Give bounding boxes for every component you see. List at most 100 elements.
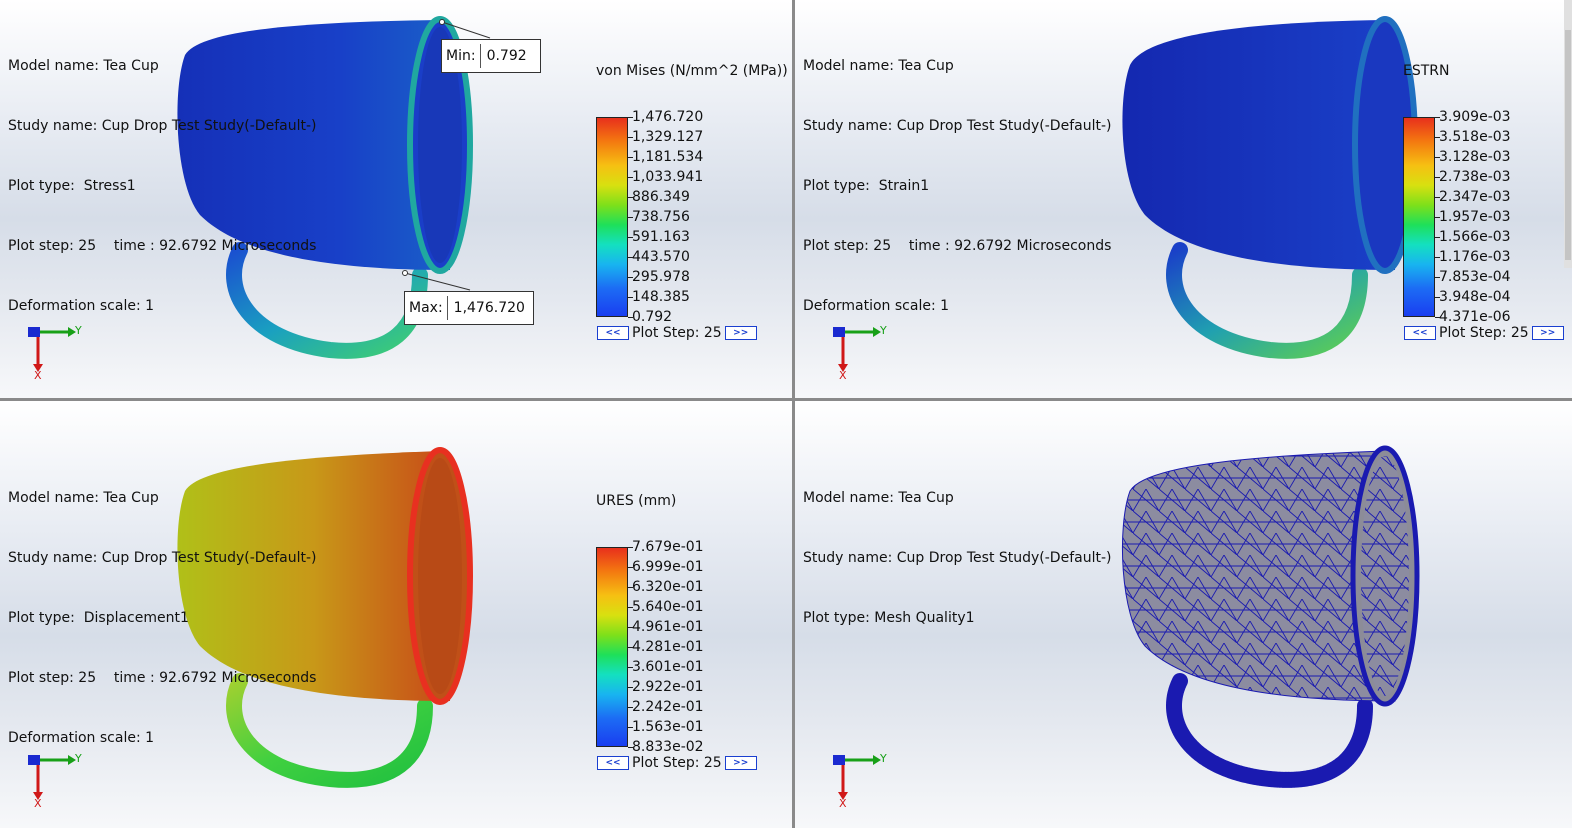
max-callout[interactable]: Max: 1,476.720 bbox=[404, 291, 534, 325]
plot-step-label: Plot Step: 25 bbox=[1439, 325, 1529, 341]
legend-tick-label: 443.570 bbox=[632, 249, 690, 265]
plot-step-nav: << Plot Step: 25 >> bbox=[594, 755, 760, 771]
model-name: Model name: Tea Cup bbox=[803, 58, 954, 74]
legend-color-bar bbox=[596, 547, 628, 747]
axis-triad: Y X bbox=[28, 324, 82, 380]
legend-color-bar bbox=[1403, 117, 1435, 317]
legend-tick-label: 3.948e-04 bbox=[1439, 289, 1511, 305]
min-label: Min: bbox=[442, 44, 481, 68]
plot-type: Plot type: Mesh Quality1 bbox=[803, 610, 975, 626]
legend-tick-mark bbox=[628, 707, 633, 708]
study-name: Study name: Cup Drop Test Study(-Default… bbox=[8, 118, 317, 134]
next-step-button[interactable]: >> bbox=[724, 326, 757, 340]
study-name: Study name: Cup Drop Test Study(-Default… bbox=[803, 118, 1112, 134]
legend-tick-mark bbox=[628, 687, 633, 688]
axis-triad: Y X bbox=[833, 324, 887, 380]
study-info: Model name: Tea Cup Study name: Cup Drop… bbox=[8, 448, 316, 788]
legend-tick-label: 148.385 bbox=[632, 289, 690, 305]
legend-tick-mark bbox=[1435, 177, 1440, 178]
y-axis-label: Y bbox=[879, 752, 887, 765]
legend-tick-mark bbox=[1435, 237, 1440, 238]
legend-tick-mark bbox=[1435, 117, 1440, 118]
legend-tick-mark bbox=[1435, 157, 1440, 158]
legend-title: von Mises (N/mm^2 (MPa)) bbox=[596, 63, 788, 79]
plot-type: Plot type: Displacement1 bbox=[8, 610, 189, 626]
legend-ticks: 3.909e-03 3.518e-03 3.128e-03 2.738e-03 2.34… bbox=[1439, 109, 1511, 329]
plot-step-time: Plot step: 25 time : 92.6792 Microsecond… bbox=[8, 238, 317, 254]
prev-step-button[interactable]: << bbox=[597, 756, 629, 770]
legend-tick-mark bbox=[1435, 197, 1440, 198]
legend-tick-label: 3.518e-03 bbox=[1439, 129, 1511, 145]
legend-color-bar bbox=[596, 117, 628, 317]
y-axis-label: Y bbox=[74, 752, 82, 765]
legend-tick-label: 1,476.720 bbox=[632, 109, 704, 125]
model-name: Model name: Tea Cup bbox=[8, 58, 159, 74]
legend-tick-mark bbox=[628, 157, 633, 158]
min-callout[interactable]: Min: 0.792 bbox=[441, 39, 541, 73]
viewport-displacement[interactable]: Model name: Tea Cup Study name: Cup Drop… bbox=[0, 401, 792, 828]
legend-tick-mark bbox=[628, 647, 633, 648]
legend-tick-label: 3.601e-01 bbox=[632, 659, 704, 675]
scrollbar-thumb[interactable] bbox=[1565, 30, 1571, 260]
x-axis-label: X bbox=[34, 369, 42, 380]
y-axis-label: Y bbox=[74, 324, 82, 337]
legend-tick-mark bbox=[628, 317, 633, 318]
x-axis-label: X bbox=[34, 797, 42, 808]
viewport-divider-vertical[interactable] bbox=[792, 0, 795, 828]
plot-type: Plot type: Strain1 bbox=[803, 178, 930, 194]
legend-tick-mark bbox=[628, 607, 633, 608]
plot-step-label: Plot Step: 25 bbox=[632, 325, 722, 341]
x-axis-label: X bbox=[839, 369, 847, 380]
prev-step-button[interactable]: << bbox=[597, 326, 629, 340]
legend-title: ESTRN bbox=[1403, 63, 1450, 79]
study-info: Model name: Tea Cup Study name: Cup Drop… bbox=[8, 16, 316, 356]
legend-tick-label: 3.128e-03 bbox=[1439, 149, 1511, 165]
legend-tick-mark bbox=[1435, 297, 1440, 298]
legend-tick-label: 2.922e-01 bbox=[632, 679, 704, 695]
legend-tick-mark bbox=[1435, 277, 1440, 278]
legend-tick-mark bbox=[628, 117, 633, 118]
vertical-scrollbar[interactable] bbox=[1564, 0, 1572, 268]
legend-tick-mark bbox=[628, 727, 633, 728]
legend-tick-label: 1,329.127 bbox=[632, 129, 704, 145]
y-axis-label: Y bbox=[879, 324, 887, 337]
legend-tick-mark bbox=[628, 567, 633, 568]
plot-type: Plot type: Stress1 bbox=[8, 178, 136, 194]
model-name: Model name: Tea Cup bbox=[8, 490, 159, 506]
deformation-scale: Deformation scale: 1 bbox=[8, 730, 155, 746]
legend-tick-label: 1.566e-03 bbox=[1439, 229, 1511, 245]
legend-tick-label: 1.957e-03 bbox=[1439, 209, 1511, 225]
legend-ticks: 7.679e-01 6.999e-01 6.320e-01 5.640e-01 4.96… bbox=[632, 539, 704, 759]
min-value: 0.792 bbox=[486, 48, 527, 64]
viewport-divider-horizontal[interactable] bbox=[0, 398, 1572, 401]
legend-tick-mark bbox=[628, 587, 633, 588]
viewport-strain[interactable]: Model name: Tea Cup Study name: Cup Drop… bbox=[795, 0, 1572, 398]
legend-tick-mark bbox=[1435, 137, 1440, 138]
legend-tick-mark bbox=[628, 237, 633, 238]
plot-step-nav: << Plot Step: 25 >> bbox=[594, 325, 760, 341]
legend-tick-label: 4.281e-01 bbox=[632, 639, 704, 655]
viewport-mesh[interactable]: Model name: Tea Cup Study name: Cup Drop… bbox=[795, 401, 1572, 828]
legend-tick-label: 1,181.534 bbox=[632, 149, 704, 165]
legend-tick-mark bbox=[628, 297, 633, 298]
legend-tick-mark bbox=[628, 627, 633, 628]
x-axis-label: X bbox=[839, 797, 847, 808]
legend-tick-label: 2.347e-03 bbox=[1439, 189, 1511, 205]
study-info: Model name: Tea Cup Study name: Cup Drop… bbox=[803, 16, 1111, 356]
legend-tick-label: 1.563e-01 bbox=[632, 719, 704, 735]
plot-step-nav: << Plot Step: 25 >> bbox=[1401, 325, 1567, 341]
legend-tick-mark bbox=[628, 177, 633, 178]
legend-title: URES (mm) bbox=[596, 493, 677, 509]
axis-triad: Y X bbox=[833, 752, 887, 808]
next-step-button[interactable]: >> bbox=[724, 756, 757, 770]
legend-tick-mark bbox=[628, 277, 633, 278]
viewport-stress[interactable]: Model name: Tea Cup Study name: Cup Drop… bbox=[0, 0, 792, 398]
legend-tick-mark bbox=[1435, 217, 1440, 218]
legend-tick-mark bbox=[628, 547, 633, 548]
legend-tick-label: 4.961e-01 bbox=[632, 619, 704, 635]
plot-step-label: Plot Step: 25 bbox=[632, 755, 722, 771]
legend-tick-label: 6.320e-01 bbox=[632, 579, 704, 595]
next-step-button[interactable]: >> bbox=[1531, 326, 1564, 340]
prev-step-button[interactable]: << bbox=[1404, 326, 1436, 340]
legend-tick-mark bbox=[628, 217, 633, 218]
